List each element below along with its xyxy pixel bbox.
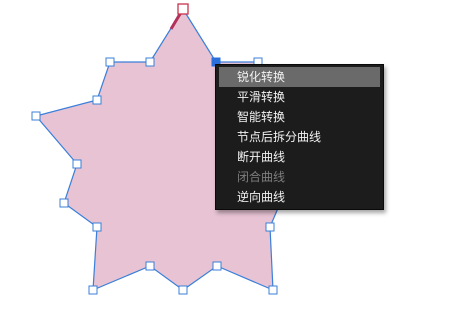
menu-item-close-curve: 闭合曲线 [237,170,286,184]
menu-item-split-curve-after-node[interactable]: 节点后拆分曲线 [216,127,383,147]
path-node[interactable] [92,222,102,232]
path-node[interactable] [212,261,222,271]
path-node[interactable] [59,198,69,208]
path-node[interactable] [88,285,98,295]
path-node[interactable] [145,57,155,67]
path-node[interactable] [178,285,188,295]
path-node[interactable] [145,261,155,271]
path-node[interactable] [92,95,102,105]
path-node[interactable] [268,285,278,295]
path-node[interactable] [105,57,115,67]
path-node[interactable] [265,222,275,232]
node-context-menu: 锐化转换 平滑转换 智能转换 节点后拆分曲线 断开曲线 闭合曲线 逆向曲线 [215,64,384,210]
menu-item-break-curve[interactable]: 断开曲线 [216,147,383,167]
menu-item-smooth-convert[interactable]: 平滑转换 [216,87,383,107]
menu-item-reverse-curve[interactable]: 逆向曲线 [216,187,383,207]
path-node[interactable] [31,111,41,121]
path-node[interactable] [72,159,82,169]
menu-item-smart-convert[interactable]: 智能转换 [216,107,383,127]
menu-item-sharpen-convert[interactable]: 锐化转换 [219,67,380,87]
path-node[interactable] [177,3,189,15]
